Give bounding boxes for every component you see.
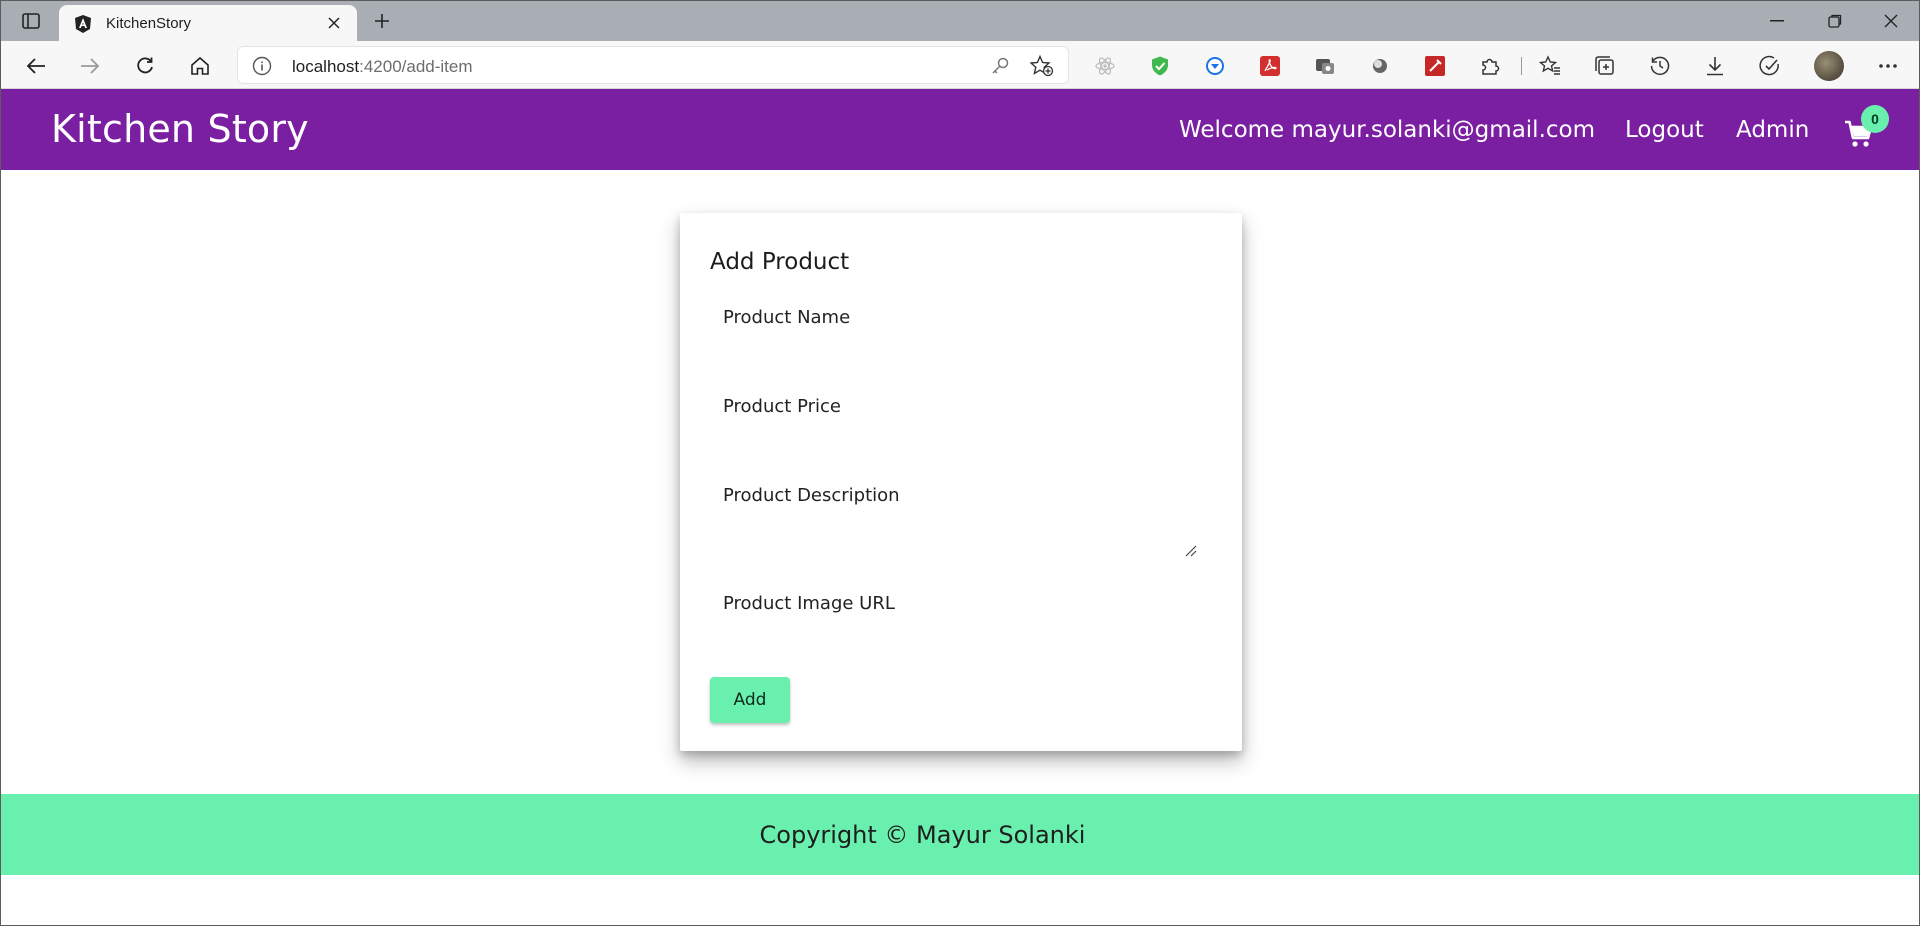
plus-icon[interactable] — [369, 8, 395, 34]
url-host: localhost — [292, 57, 360, 76]
dark-mode-icon[interactable] — [1367, 53, 1393, 79]
copyright-text: Copyright © Mayur Solanki — [759, 821, 1086, 849]
url-path: :4200/add-item — [359, 57, 473, 76]
product-description-textarea[interactable] — [710, 483, 1212, 539]
logout-link[interactable]: Logout — [1625, 117, 1704, 143]
back-arrow-icon[interactable] — [21, 51, 51, 81]
puzzle-icon[interactable] — [1477, 53, 1503, 79]
product-name-field[interactable]: Product Name — [710, 295, 1212, 355]
resize-grip-icon[interactable] — [1183, 543, 1197, 557]
cart-count-badge: 0 — [1861, 105, 1889, 133]
add-favorite-icon[interactable] — [1029, 54, 1054, 82]
product-description-field[interactable]: Product Description — [710, 473, 1212, 555]
shield-icon[interactable] — [1147, 53, 1173, 79]
product-image-url-input[interactable] — [710, 591, 1212, 621]
key-icon[interactable] — [990, 56, 1010, 81]
app-header: Kitchen Story Welcome mayur.solanki@gmai… — [1, 89, 1919, 170]
forward-arrow-icon[interactable] — [75, 51, 105, 81]
downloads-icon[interactable] — [1702, 53, 1728, 79]
sidebar-icon[interactable] — [15, 9, 47, 33]
form-title: Add Product — [710, 249, 850, 275]
product-name-input[interactable] — [710, 305, 1212, 335]
profile-avatar[interactable] — [1814, 51, 1844, 81]
react-devtools-icon[interactable] — [1092, 53, 1118, 79]
collections-icon[interactable] — [1592, 53, 1618, 79]
history-icon[interactable] — [1647, 53, 1673, 79]
product-image-url-field[interactable]: Product Image URL — [710, 581, 1212, 641]
tab-strip: KitchenStory — [1, 1, 1919, 41]
address-bar[interactable]: localhost:4200/add-item — [237, 46, 1069, 84]
add-button[interactable]: Add — [710, 677, 790, 723]
tab-title: KitchenStory — [106, 15, 192, 32]
browser-tab[interactable]: KitchenStory — [59, 5, 357, 41]
product-price-field[interactable]: Product Price — [710, 384, 1212, 444]
home-icon[interactable] — [185, 51, 215, 81]
performance-icon[interactable] — [1757, 53, 1783, 79]
product-price-input[interactable] — [710, 394, 1212, 424]
reload-icon[interactable] — [130, 51, 160, 81]
info-icon[interactable] — [252, 56, 272, 81]
toolbar-divider — [1521, 57, 1522, 75]
more-icon[interactable] — [1875, 53, 1901, 79]
minimize-icon[interactable] — [1757, 7, 1797, 35]
url-text: localhost:4200/add-item — [292, 57, 473, 77]
download-helper-icon[interactable] — [1202, 53, 1228, 79]
restore-icon[interactable] — [1815, 7, 1855, 35]
browser-toolbar: localhost:4200/add-item — [1, 41, 1919, 89]
close-window-icon[interactable] — [1871, 7, 1911, 35]
admin-link[interactable]: Admin — [1736, 117, 1809, 143]
screen-capture-icon[interactable] — [1312, 53, 1338, 79]
add-product-card: Add Product Product Name Product Price P… — [680, 213, 1242, 751]
brand-title[interactable]: Kitchen Story — [51, 107, 309, 151]
angular-icon — [73, 14, 93, 34]
welcome-text: Welcome mayur.solanki@gmail.com — [1179, 117, 1595, 143]
color-picker-icon[interactable] — [1422, 53, 1448, 79]
browser-window: KitchenStory localhost:4200/add-item Kit… — [0, 0, 1920, 926]
close-icon[interactable] — [323, 12, 345, 34]
page-footer: Copyright © Mayur Solanki — [1, 794, 1919, 875]
pdf-icon[interactable] — [1257, 53, 1283, 79]
favorites-icon[interactable] — [1537, 53, 1563, 79]
